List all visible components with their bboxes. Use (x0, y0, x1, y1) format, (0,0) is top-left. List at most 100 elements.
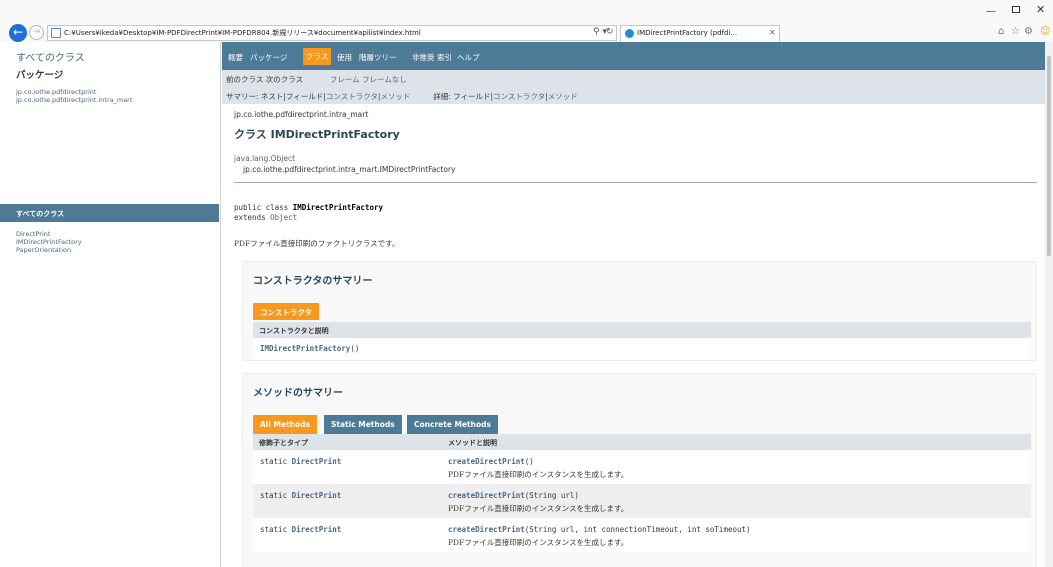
sub-navbar: 前のクラス 次のクラス フレーム フレームなし サマリー: ネスト|フィールド|… (222, 70, 1045, 104)
table-row: IMDirectPrintFactory() (253, 338, 1031, 360)
nav-class-active: クラス (303, 48, 332, 65)
constructor-link[interactable]: IMDirectPrintFactory (260, 344, 350, 353)
method-column-header: メソッドと説明 (448, 439, 497, 447)
extends-object-link[interactable]: Object (270, 213, 297, 222)
next-class-label: 次のクラス (265, 75, 304, 84)
all-classes-header: すべてのクラス (0, 204, 219, 222)
class-link[interactable]: IMDirectPrintFactory (16, 238, 82, 246)
method-summary: メソッドのサマリー All Methods Static Methods Con… (242, 373, 1037, 567)
main-frame: 概要 パッケージ クラス 使用 階層ツリー 非推奨 索引 ヘルプ 前のクラス 次… (222, 42, 1045, 567)
constructor-summary: コンストラクタのサマリー コンストラクタ コンストラクタと説明 IMDirect… (242, 261, 1037, 361)
method-params: (String url) (524, 491, 579, 500)
decl-class-name: IMDirectPrintFactory (292, 203, 384, 212)
method-link[interactable]: createDirectPrint (448, 457, 525, 466)
nav-index[interactable]: 索引 (437, 52, 452, 63)
method-description: PDFファイル直接印刷のインスタンスを生成します。 (448, 538, 629, 547)
constructor-params: () (350, 344, 360, 353)
method-params: () (524, 457, 534, 466)
nav-deprecated[interactable]: 非推奨 (412, 52, 435, 63)
address-url[interactable]: C:¥Users¥ikeda¥Desktop¥IM-PDFDirectPrint… (64, 28, 421, 38)
constructor-table-header: コンストラクタと説明 (253, 322, 1031, 338)
summary-method-link[interactable]: メソッド (380, 92, 410, 101)
constructor-summary-title: コンストラクタのサマリー (253, 276, 373, 287)
detail-field: フィールド (453, 92, 491, 101)
refresh-icon[interactable]: ↻ (606, 27, 614, 37)
class-description: PDFファイル直接印刷のファクトリクラスです。 (234, 239, 400, 248)
hierarchy-root-link[interactable]: java.lang.Object (234, 154, 295, 163)
address-bar[interactable]: C:¥Users¥ikeda¥Desktop¥IM-PDFDirectPrint… (47, 25, 617, 41)
divider (234, 182, 1037, 183)
tab-all-methods[interactable]: All Methods (253, 415, 318, 434)
method-link[interactable]: createDirectPrint (448, 525, 525, 534)
modifier: static (260, 525, 292, 534)
nav-use[interactable]: 使用 (337, 52, 352, 63)
constructor-column-header: コンストラクタと説明 (259, 327, 329, 335)
summary-nested: ネスト (260, 92, 284, 101)
favorites-icon[interactable]: ☆ (1011, 26, 1020, 37)
tab-static-methods[interactable]: Static Methods (324, 415, 402, 434)
return-type-link[interactable]: DirectPrint (292, 525, 342, 534)
nav-tree[interactable]: 階層ツリー (359, 52, 397, 63)
maximize-icon[interactable] (1012, 6, 1020, 13)
modifier-column-header: 修飾子とタイプ (259, 439, 308, 447)
all-classes-link[interactable]: すべてのクラス (16, 49, 85, 64)
back-arrow-icon[interactable]: ← (9, 24, 27, 42)
method-summary-title: メソッドのサマリー (253, 388, 343, 399)
constructor-caption: コンストラクタ (253, 303, 320, 320)
tab-concrete-methods[interactable]: Concrete Methods (407, 415, 498, 434)
detail-constructor-link[interactable]: コンストラクタ (493, 92, 545, 101)
package-name: jp.co.iothe.pdfdirectprint.intra_mart (234, 110, 369, 119)
nav-overview[interactable]: 概要 (228, 52, 243, 63)
forward-arrow-icon[interactable]: → (29, 25, 44, 40)
table-row: static DirectPrint createDirectPrint(Str… (253, 518, 1031, 552)
package-list: jp.co.iothe.pdfdirectprint jp.co.iothe.p… (16, 88, 132, 104)
modifier: static (260, 457, 292, 466)
close-icon[interactable]: ✕ (1036, 3, 1045, 16)
method-description: PDFファイル直接印刷のインスタンスを生成します。 (448, 504, 629, 513)
page-title: クラス IMDirectPrintFactory (234, 128, 400, 141)
home-icon[interactable]: ⌂ (998, 26, 1004, 37)
nav-package[interactable]: パッケージ (250, 52, 287, 63)
left-frames: すべてのクラス パッケージ jp.co.iothe.pdfdirectprint… (0, 42, 221, 567)
detail-method-link[interactable]: メソッド (548, 92, 578, 101)
gear-icon[interactable]: ⚙ (1024, 26, 1033, 37)
packages-title: パッケージ (16, 70, 64, 81)
top-navbar: 概要 パッケージ クラス 使用 階層ツリー 非推奨 索引 ヘルプ (222, 42, 1045, 70)
browser-chrome: ← → C:¥Users¥ikeda¥Desktop¥IM-PDFDirectP… (0, 0, 1053, 42)
package-link[interactable]: jp.co.iothe.pdfdirectprint.intra_mart (16, 96, 132, 104)
scrollbar-thumb[interactable] (1047, 56, 1051, 256)
method-description: PDFファイル直接印刷のインスタンスを生成します。 (448, 470, 629, 479)
browser-tab[interactable]: IMDirectPrintFactory (pdfdi... ✕ (620, 25, 780, 42)
no-frames-link[interactable]: フレームなし (362, 75, 407, 84)
table-row: static DirectPrint createDirectPrint(Str… (253, 484, 1031, 518)
class-link[interactable]: PaperOrientation (16, 246, 82, 254)
decl-extends: extends (234, 213, 271, 222)
decl-prefix: public class (234, 203, 293, 212)
prev-class-label: 前のクラス (226, 75, 264, 84)
hierarchy-class: jp.co.iothe.pdfdirectprint.intra_mart.IM… (243, 165, 456, 174)
method-params: (String url, int connectionTimeout, int … (524, 525, 751, 534)
table-row: static DirectPrint createDirectPrint() P… (253, 450, 1031, 484)
feedback-smile-icon[interactable]: ☺ (1040, 26, 1050, 37)
package-link[interactable]: jp.co.iothe.pdfdirectprint (16, 88, 132, 96)
minimize-icon[interactable]: — (986, 6, 996, 17)
page-icon (51, 28, 61, 38)
ie-icon (625, 29, 634, 38)
summary-constructor-link[interactable]: コンストラクタ (326, 92, 378, 101)
modifier: static (260, 491, 292, 500)
class-list: DirectPrint IMDirectPrintFactory PaperOr… (16, 230, 82, 254)
summary-label: サマリー: (226, 92, 259, 101)
return-type-link[interactable]: DirectPrint (292, 457, 342, 466)
summary-field: フィールド (285, 92, 324, 101)
tab-title: IMDirectPrintFactory (pdfdi... (637, 29, 738, 37)
tab-close-icon[interactable]: ✕ (769, 28, 776, 37)
return-type-link[interactable]: DirectPrint (292, 491, 342, 500)
method-link[interactable]: createDirectPrint (448, 491, 525, 500)
class-link[interactable]: DirectPrint (16, 230, 82, 238)
frames-link[interactable]: フレーム (330, 75, 360, 84)
detail-label: 詳細: (433, 92, 451, 101)
nav-help[interactable]: ヘルプ (457, 52, 480, 63)
search-icon[interactable]: ⚲ ▾ (593, 27, 607, 37)
vertical-scrollbar[interactable] (1045, 42, 1053, 567)
method-table-header: 修飾子とタイプ メソッドと説明 (253, 434, 1031, 450)
